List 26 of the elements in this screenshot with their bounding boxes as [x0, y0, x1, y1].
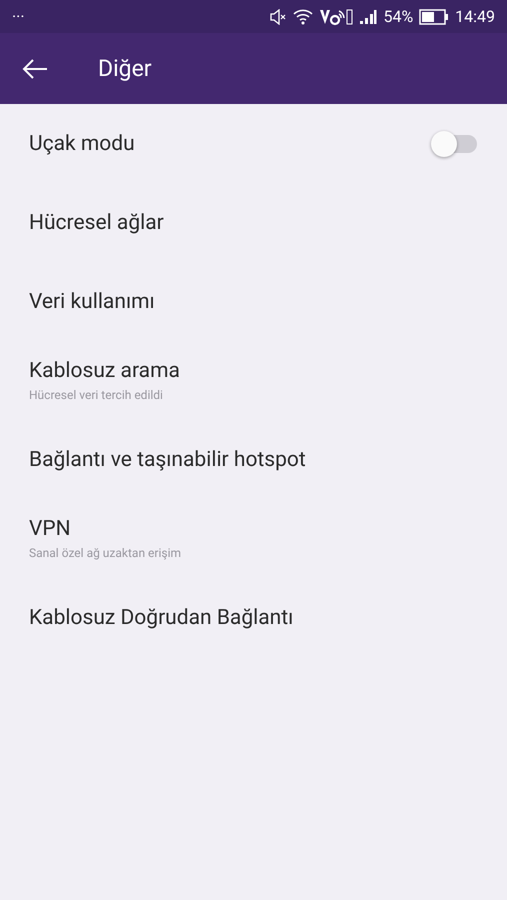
item-label: Kablosuz Doğrudan Bağlantı [29, 606, 294, 630]
call-signal-icon [319, 8, 354, 26]
item-subtitle: Hücresel veri tercih edildi [29, 388, 164, 402]
signal-icon [359, 8, 378, 24]
item-subtitle: Sanal özel ağ uzaktan erişim [29, 546, 182, 560]
settings-item[interactable]: Kablosuz Doğrudan Bağlantı [0, 578, 507, 657]
item-label: Bağlantı ve taşınabilir hotspot [29, 448, 307, 472]
item-label: Hücresel ağlar [29, 210, 165, 234]
back-arrow-icon[interactable] [22, 58, 48, 80]
item-label: Veri kullanımı [29, 290, 156, 314]
screen-title: Diğer [98, 55, 152, 82]
item-label: Kablosuz arama [29, 359, 181, 383]
settings-item[interactable]: Uçak modu [0, 104, 507, 183]
battery-icon [419, 8, 450, 24]
item-label: Uçak modu [29, 132, 136, 156]
mute-icon [269, 8, 288, 24]
battery-percentage: 54% [383, 7, 414, 26]
settings-item[interactable]: Veri kullanımı [0, 262, 507, 341]
wifi-icon [293, 8, 314, 24]
clock-time: 14:49 [455, 7, 495, 26]
settings-item[interactable]: VPN Sanal özel ağ uzaktan erişim [0, 499, 507, 578]
settings-item[interactable]: Hücresel ağlar [0, 183, 507, 262]
settings-item[interactable]: Bağlantı ve taşınabilir hotspot [0, 420, 507, 499]
overflow-dots: ··· [12, 7, 25, 26]
settings-item[interactable]: Kablosuz arama Hücresel veri tercih edildi [0, 341, 507, 420]
item-label: VPN [29, 517, 72, 541]
